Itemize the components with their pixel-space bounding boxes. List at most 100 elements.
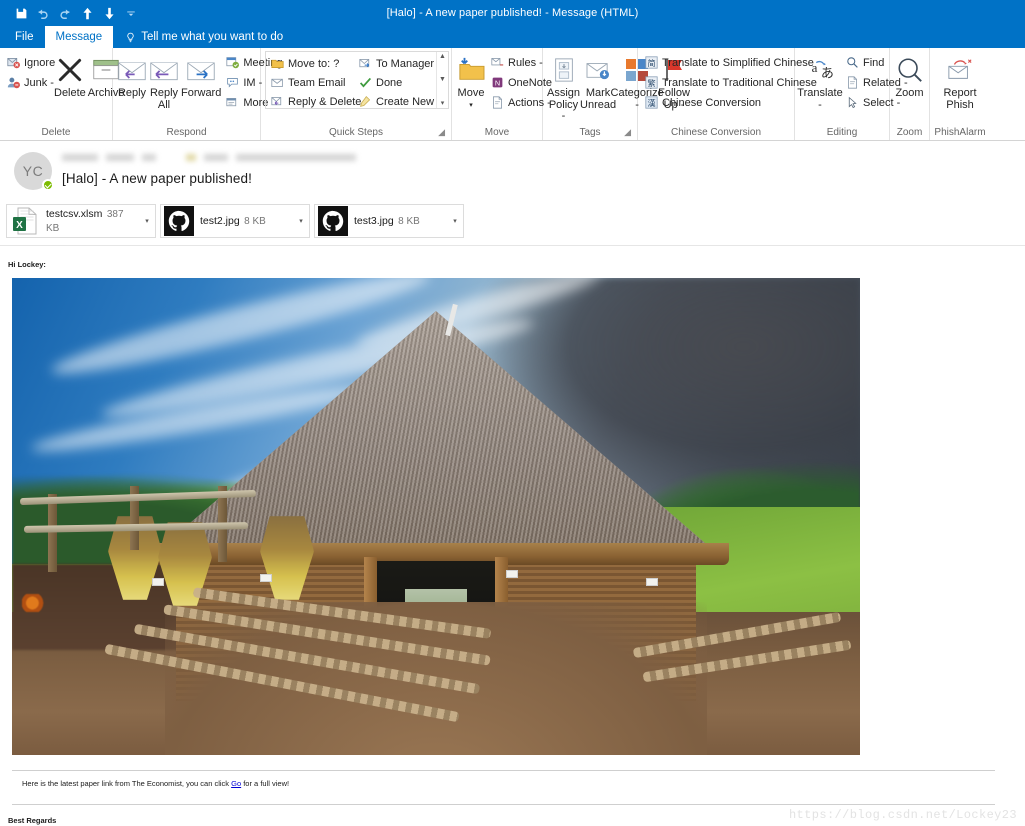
zoom-button[interactable]: Zoom [894, 51, 925, 100]
delete-button[interactable]: Delete [54, 51, 86, 100]
attachment-dropdown-icon[interactable]: ▾ [447, 217, 463, 225]
reply-all-button[interactable]: Reply All [149, 51, 179, 111]
body-paragraph-prefix: Here is the latest paper link from The E… [22, 779, 232, 788]
quick-step-done[interactable]: Done [356, 73, 436, 92]
junk-icon [6, 76, 20, 90]
select-button[interactable]: Select - [843, 93, 900, 112]
quick-step-create-new[interactable]: Create New [356, 92, 436, 111]
ribbon: Ignore Junk - Delete Archive Delete Repl… [0, 48, 1025, 141]
translate-traditional-chinese-label: Translate to Traditional Chinese [662, 76, 817, 89]
go-link[interactable]: Go [231, 779, 241, 788]
customize-quick-access-toolbar-icon[interactable] [120, 2, 142, 24]
divider-top [12, 770, 995, 771]
chinese-conversion-button[interactable]: 漢 Chinese Conversion [642, 93, 792, 112]
move-dropdown-icon[interactable]: ▾ [469, 100, 473, 112]
forward-icon [186, 54, 216, 86]
quick-steps-scroll-down-icon[interactable]: ▼ [439, 76, 446, 83]
translate-traditional-chinese-button[interactable]: 繁 Translate to Traditional Chinese [642, 73, 817, 92]
quick-step-reply-delete[interactable]: Reply & Delete [268, 92, 361, 111]
tab-message[interactable]: Message [44, 26, 114, 48]
onenote-button[interactable]: N OneNote [488, 73, 552, 92]
ribbon-group-tags: Assign Policy - Mark Unread Categorize - [543, 48, 690, 140]
assign-policy-button[interactable]: Assign Policy - [547, 51, 580, 123]
message-header-main: [Halo] - A new paper published! [62, 149, 1015, 190]
ignore-icon [6, 56, 20, 70]
junk-label: Junk - [24, 76, 54, 89]
junk-button[interactable]: Junk - [4, 73, 54, 92]
translate-simplified-chinese-button[interactable]: 简 Translate to Simplified Chinese [642, 53, 814, 72]
more-icon [225, 96, 239, 110]
ignore-label: Ignore [24, 56, 56, 69]
move-button[interactable]: Move ▾ [456, 51, 486, 111]
svg-text:あ: あ [821, 65, 834, 80]
quick-access-toolbar [0, 2, 142, 24]
related-button[interactable]: Related - [843, 73, 908, 92]
quick-steps-dialog-launcher-icon[interactable]: ◢ [438, 125, 445, 139]
actions-button[interactable]: Actions - [488, 93, 551, 112]
quick-steps-gallery[interactable]: Move to: ? Team Email Reply & Delete To … [265, 51, 449, 109]
sender-line-redacted [62, 149, 1015, 165]
redo-icon[interactable] [54, 2, 76, 24]
quick-step-move-to[interactable]: Move to: ? [268, 54, 356, 73]
quick-step-move-to-label: Move to: ? [288, 57, 340, 70]
forward-button[interactable]: Forward [181, 51, 221, 100]
quick-steps-more-icon[interactable]: ▾ [441, 99, 445, 107]
attachment-dropdown-icon[interactable]: ▾ [139, 217, 155, 225]
attachment-item[interactable]: test2.jpg 8 KB ▾ [160, 204, 310, 238]
delete-icon [56, 54, 84, 86]
assign-policy-icon [551, 54, 577, 86]
sender-name-blur-2 [106, 153, 134, 161]
tab-file[interactable]: File [4, 26, 45, 48]
quick-step-team-email-label: Team Email [288, 76, 346, 89]
team-email-icon [270, 76, 284, 90]
attachment-item[interactable]: test3.jpg 8 KB ▾ [314, 204, 464, 238]
quick-step-to-manager[interactable]: To Manager [356, 54, 436, 73]
translate-label: Translate - [797, 87, 843, 111]
photo-plant-label-4 [646, 578, 658, 586]
chinese-conversion-icon: 漢 [644, 96, 658, 110]
quick-steps-scroll-up-icon[interactable]: ▲ [439, 53, 446, 60]
rules-button[interactable]: Rules - [488, 53, 546, 72]
github-octocat-icon [318, 206, 348, 236]
ribbon-group-move-label: Move [484, 127, 510, 138]
save-icon[interactable] [10, 2, 32, 24]
meeting-icon [225, 56, 239, 70]
im-icon [225, 76, 239, 90]
sender-name-blur [62, 153, 98, 161]
mark-unread-icon [585, 54, 611, 86]
ribbon-group-zoom-label: Zoom [896, 127, 923, 138]
presence-available-icon [42, 179, 54, 191]
create-new-icon [358, 95, 372, 109]
reply-icon [117, 54, 147, 86]
previous-item-icon[interactable] [76, 2, 98, 24]
actions-icon [490, 96, 504, 110]
tags-dialog-launcher-icon[interactable]: ◢ [624, 125, 631, 139]
reply-button[interactable]: Reply [117, 51, 147, 100]
ribbon-group-delete: Ignore Junk - Delete Archive Delete [0, 48, 124, 140]
translate-button[interactable]: aあ Translate - [797, 51, 843, 111]
ignore-button[interactable]: Ignore [4, 53, 56, 72]
ribbon-group-chinese-conversion: 简 Translate to Simplified Chinese 繁 Tran… [638, 48, 817, 140]
find-button[interactable]: Find [843, 53, 893, 72]
body-greeting: Hi Lockey: [8, 260, 46, 269]
quick-step-create-new-label: Create New [376, 95, 435, 108]
tell-me-box[interactable]: Tell me what you want to do [113, 26, 283, 48]
avatar-wrap: YC [14, 152, 54, 191]
done-icon [358, 76, 372, 90]
quick-step-team-email[interactable]: Team Email [268, 73, 356, 92]
attachment-dropdown-icon[interactable]: ▾ [293, 217, 309, 225]
quick-steps-scrollbar[interactable]: ▲ ▼ ▾ [436, 52, 448, 108]
attachment-item[interactable]: X testcsv.xlsm 387 KB ▾ [6, 204, 156, 238]
next-item-icon[interactable] [98, 2, 120, 24]
ribbon-group-tags-label: Tags ◢ [547, 126, 633, 140]
attachment-text: test3.jpg 8 KB [354, 214, 447, 228]
recipient-blur-1 [186, 153, 196, 161]
report-phish-icon [946, 54, 974, 86]
report-phish-button[interactable]: Report Phish [934, 51, 986, 111]
undo-icon[interactable] [32, 2, 54, 24]
ribbon-group-chinese-conversion-label: Chinese Conversion [670, 127, 762, 138]
body-image[interactable] [12, 278, 860, 755]
translate-simplified-chinese-label: Translate to Simplified Chinese [662, 56, 814, 69]
tags-label-text: Tags [579, 127, 601, 138]
window-title: [Halo] - A new paper published! - Messag… [386, 7, 639, 19]
